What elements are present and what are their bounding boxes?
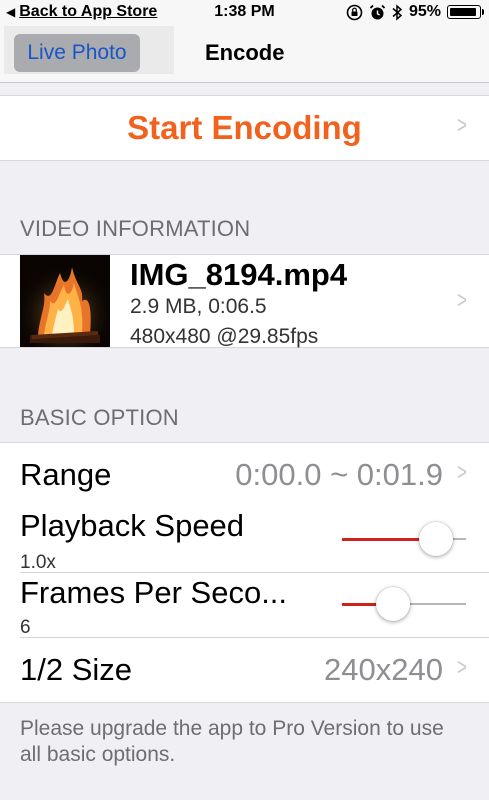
video-filename: IMG_8194.mp4 (130, 257, 348, 292)
battery-level-fill (450, 8, 476, 16)
frames-per-second-value: 6 (20, 617, 31, 638)
slider-thumb[interactable] (418, 522, 453, 556)
video-information-header: VIDEO INFORMATION (20, 216, 251, 241)
video-thumbnail (20, 255, 110, 347)
rotation-lock-icon (346, 4, 363, 20)
start-encoding-cell[interactable]: Start Encoding > (0, 95, 489, 161)
battery-icon (447, 5, 484, 19)
range-row[interactable]: Range 0:00.0 ~ 0:01.9 > (0, 442, 489, 507)
chevron-right-icon: > (457, 459, 467, 486)
navigation-bar: Live Photo Encode (0, 26, 489, 83)
alarm-icon (369, 4, 386, 19)
status-indicators: 95% (346, 3, 484, 21)
status-bar: ◀ Back to App Store 1:38 PM 95% (0, 0, 489, 26)
start-encoding-label: Start Encoding (127, 109, 362, 146)
bluetooth-icon (392, 3, 403, 21)
chevron-right-icon: > (457, 287, 467, 314)
playback-speed-row: Playback Speed 1.0x (0, 506, 489, 573)
range-value: 0:00.0 ~ 0:01.9 (235, 457, 443, 492)
chevron-right-icon: > (457, 654, 467, 681)
video-resolution-fps: 480x480 @29.85fps (130, 325, 319, 348)
page-title: Encode (205, 40, 285, 65)
half-size-label: 1/2 Size (20, 652, 133, 687)
video-info-cell[interactable]: IMG_8194.mp4 2.9 MB, 0:06.5 480x480 @29.… (0, 254, 489, 348)
video-size-duration: 2.9 MB, 0:06.5 (130, 295, 267, 318)
chevron-right-icon: > (457, 112, 467, 139)
half-size-row[interactable]: 1/2 Size 240x240 > (0, 638, 489, 703)
frames-per-second-row: Frames Per Seco... 6 (0, 573, 489, 638)
battery-percent: 95% (408, 3, 441, 20)
range-label: Range (20, 457, 112, 492)
basic-option-header: BASIC OPTION (20, 405, 179, 430)
playback-speed-value: 1.0x (20, 552, 56, 573)
playback-speed-slider[interactable] (342, 522, 466, 556)
slider-thumb[interactable] (376, 587, 411, 621)
half-size-value: 240x240 (324, 652, 443, 687)
live-photo-button[interactable]: Live Photo (14, 34, 140, 72)
frames-per-second-slider[interactable] (342, 587, 466, 621)
fire-thumbnail-image (20, 255, 110, 347)
frames-per-second-label: Frames Per Seco... (20, 575, 288, 610)
upgrade-note: Please upgrade the app to Pro Version to… (20, 717, 444, 766)
nav-button-container: Live Photo (4, 26, 174, 74)
playback-speed-label: Playback Speed (20, 508, 245, 543)
